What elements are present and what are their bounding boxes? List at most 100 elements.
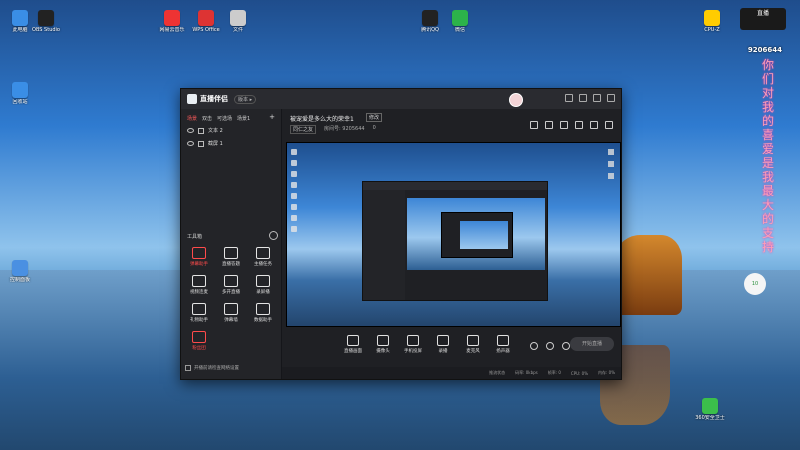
start-live-button[interactable]: 开始直播 xyxy=(570,337,614,351)
camera-icon xyxy=(377,335,389,346)
version-badge[interactable]: 版本 ▸ xyxy=(234,94,257,104)
scene-tab[interactable]: 场景 xyxy=(187,115,197,122)
extra-controls xyxy=(530,342,570,350)
desktop-icon[interactable]: 控制面板 xyxy=(0,260,40,283)
desktop-icon[interactable]: 微信 xyxy=(440,10,480,33)
speaker-icon xyxy=(497,335,509,346)
record-video-icon[interactable] xyxy=(530,342,538,350)
task-icon xyxy=(256,247,270,259)
tool-video-link[interactable]: 视频连麦 xyxy=(183,275,215,295)
menu-icon[interactable] xyxy=(565,94,573,102)
music-icon xyxy=(164,10,180,26)
minimize-icon[interactable] xyxy=(579,94,587,102)
preview-desktop-icons xyxy=(291,149,331,237)
checkbox-icon[interactable] xyxy=(185,365,191,371)
tool-record[interactable]: 录屏播 xyxy=(247,275,279,295)
wps-icon xyxy=(198,10,214,26)
file-icon xyxy=(230,10,246,26)
desktop-icon[interactable]: 360安全卫士 xyxy=(690,398,730,421)
collapse-icon[interactable] xyxy=(269,231,278,240)
desktop-icon[interactable]: OBS Studio xyxy=(26,10,66,33)
mic-icon xyxy=(467,335,479,346)
beauty-icon[interactable] xyxy=(546,342,554,350)
control-mic[interactable]: 麦克风 xyxy=(462,335,484,354)
recycle-bin-icon xyxy=(12,82,28,98)
lock-icon[interactable] xyxy=(198,140,204,147)
vertical-message: 你们对我的喜爱是我最大的支持 xyxy=(762,58,775,254)
lock-icon[interactable] xyxy=(530,121,538,129)
control-speaker[interactable]: 扬声器 xyxy=(492,335,514,354)
share-icon[interactable] xyxy=(590,121,598,129)
fans-icon xyxy=(192,331,206,343)
preview-nested-window xyxy=(362,181,548,301)
cpu-icon xyxy=(704,10,720,26)
tool-danmu-wall[interactable]: 弹幕墙 xyxy=(215,303,247,323)
timer-widget: 10 xyxy=(744,273,766,295)
bottom-controls: 直播画面 摄像头 手机投屏 录播 麦克风 扬声器 xyxy=(342,335,514,354)
right-panel: 被宠爱是多么大的荣幸1 修改 同仁之友 房间号: 9205644 0 直播画面 … xyxy=(282,109,621,379)
add-scene-icon[interactable]: + xyxy=(269,114,275,122)
tool-quiz[interactable]: 直播答题 xyxy=(215,247,247,267)
control-phone-cast[interactable]: 手机投屏 xyxy=(402,335,424,354)
avatar[interactable] xyxy=(509,93,523,107)
settings-icon[interactable] xyxy=(605,121,613,129)
toolbox-title: 工具箱 xyxy=(187,234,203,240)
app-name: 直播伴侣 xyxy=(200,95,228,103)
record-icon xyxy=(256,275,270,287)
app-logo-icon xyxy=(187,94,197,104)
bottom-note[interactable]: 开播前请检查网络设置 xyxy=(185,365,239,371)
control-record[interactable]: 录播 xyxy=(432,335,454,354)
preview-toolbar xyxy=(530,121,613,129)
download-icon xyxy=(224,275,238,287)
control-camera[interactable]: 摄像头 xyxy=(372,335,394,354)
copy-icon[interactable] xyxy=(560,121,568,129)
eye-icon[interactable] xyxy=(187,128,194,133)
tool-data[interactable]: 数据助手 xyxy=(247,303,279,323)
window-controls xyxy=(565,94,615,102)
control-live-screen[interactable]: 直播画面 xyxy=(342,335,364,354)
lock-icon[interactable] xyxy=(198,127,204,134)
eye-icon[interactable] xyxy=(187,141,194,146)
scene-tab[interactable]: 场景1 xyxy=(237,115,250,122)
watermark-logo: 直播 xyxy=(740,8,786,30)
desktop-icon[interactable]: CPU-Z xyxy=(692,10,732,33)
delete-icon[interactable] xyxy=(545,121,553,129)
room-id-overlay: 9206644 xyxy=(747,46,782,54)
toolbox-grid: 弹幕助手 直播答题 主播任务 视频连麦 多开直播 录屏播 礼物助手 弹幕墙 数据… xyxy=(183,247,279,351)
scene-tab[interactable]: 双击 xyxy=(202,115,212,122)
live-companion-window: 直播伴侣 版本 ▸ 场景 双击 可选场 场景1 + 文本 2 截屏 1 工具箱 xyxy=(180,88,622,380)
titlebar[interactable]: 直播伴侣 版本 ▸ xyxy=(181,89,621,109)
preview-desktop-icons-right xyxy=(608,149,616,185)
fullscreen-icon[interactable] xyxy=(575,121,583,129)
control-panel-icon xyxy=(12,260,28,276)
desktop-cliff xyxy=(612,235,682,315)
wechat-icon xyxy=(452,10,468,26)
tool-task[interactable]: 主播任务 xyxy=(247,247,279,267)
desktop-icon[interactable]: 文件 xyxy=(218,10,258,33)
tool-multi-live[interactable]: 多开直播 xyxy=(215,275,247,295)
close-icon[interactable] xyxy=(607,94,615,102)
category-badge[interactable]: 同仁之友 xyxy=(290,125,317,134)
tool-danmu[interactable]: 弹幕助手 xyxy=(183,247,215,267)
live-preview[interactable] xyxy=(286,142,621,327)
gear-icon[interactable] xyxy=(562,342,570,350)
tool-gift[interactable]: 礼物助手 xyxy=(183,303,215,323)
play-icon xyxy=(437,335,449,346)
screen-icon xyxy=(347,335,359,346)
left-panel: 场景 双击 可选场 场景1 + 文本 2 截屏 1 工具箱 弹幕助手 直播答题 … xyxy=(181,109,282,379)
quiz-icon xyxy=(224,247,238,259)
scene-tab[interactable]: 可选场 xyxy=(217,115,232,122)
room-id: 房间号: 9205644 xyxy=(324,126,365,132)
status-bar: 推流状态 码率: 0kbps 帧率: 0 CPU: 0% 内存: 0% xyxy=(282,367,621,379)
video-icon xyxy=(192,275,206,287)
desktop-icon[interactable]: 回收站 xyxy=(0,82,40,105)
qq-icon xyxy=(422,10,438,26)
obs-icon xyxy=(38,10,54,26)
source-item[interactable]: 截屏 1 xyxy=(181,137,281,150)
edit-button[interactable]: 修改 xyxy=(366,113,383,122)
source-item[interactable]: 文本 2 xyxy=(181,124,281,137)
scene-tabs: 场景 双击 可选场 场景1 + xyxy=(181,109,281,124)
maximize-icon[interactable] xyxy=(593,94,601,102)
tool-fans[interactable]: 粉丝团 xyxy=(183,331,215,351)
security-icon xyxy=(702,398,718,414)
